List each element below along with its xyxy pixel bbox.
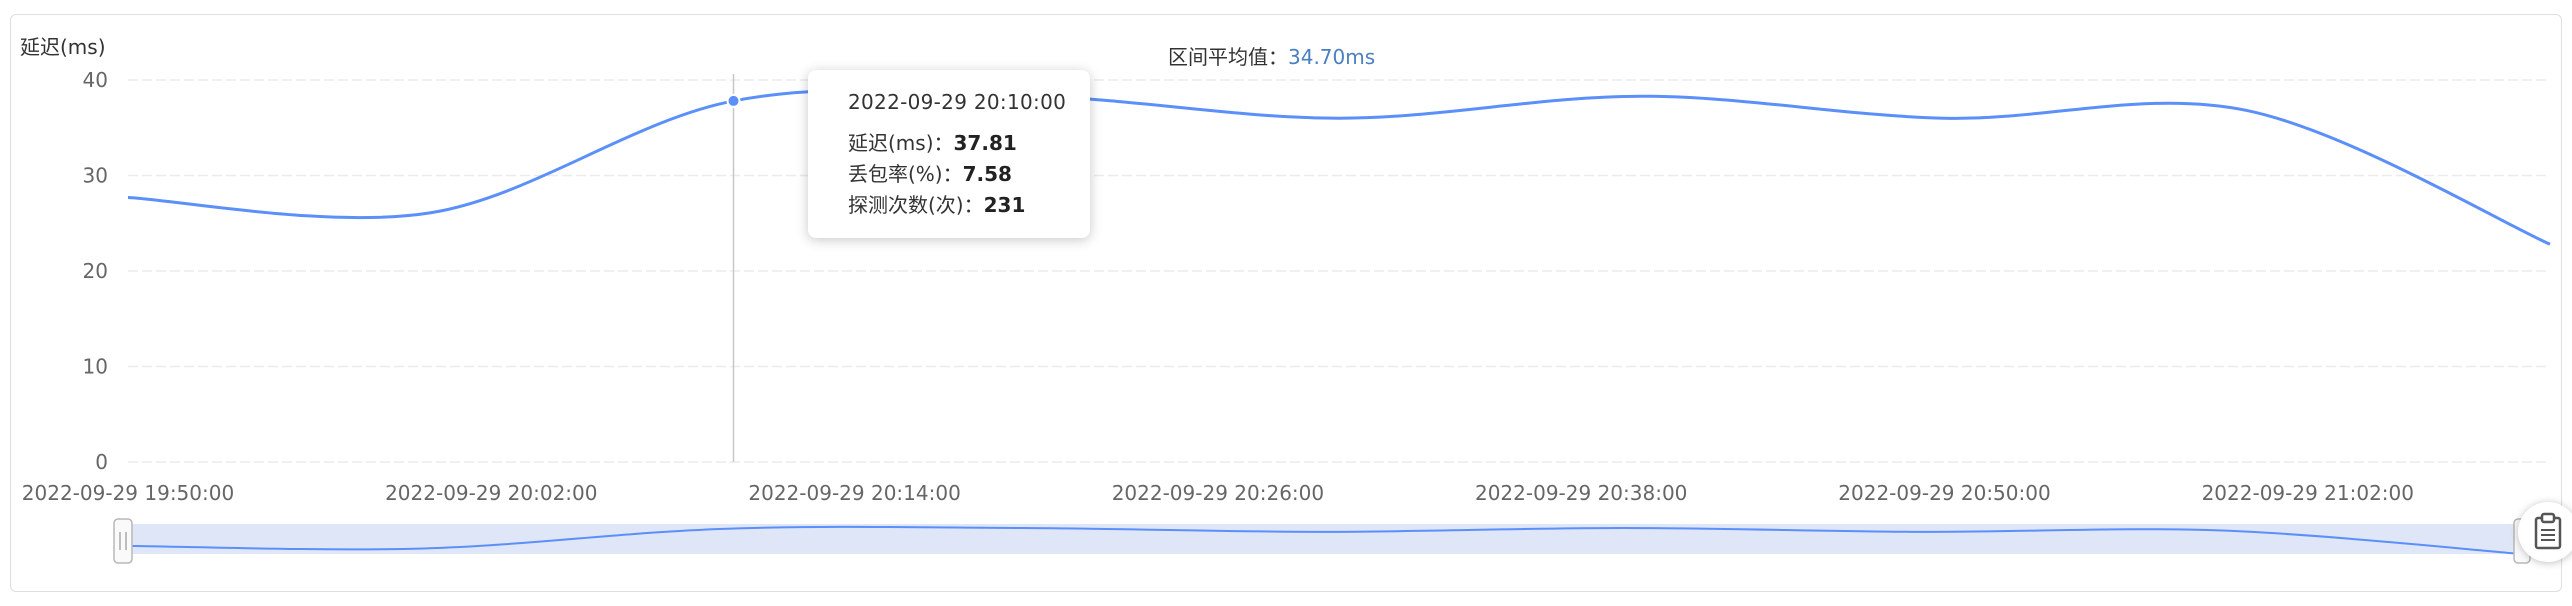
latency-series-line[interactable] bbox=[127, 88, 2551, 246]
data-zoom-slider[interactable] bbox=[113, 518, 2531, 564]
hover-data-point[interactable] bbox=[726, 93, 741, 108]
tooltip-row-latency: 延迟(ms)：37.81 bbox=[848, 131, 1017, 155]
x-tick-label: 2022-09-29 19:50:00 bbox=[22, 481, 234, 505]
x-tick-label: 2022-09-29 20:14:00 bbox=[748, 481, 960, 505]
y-tick-label: 0 bbox=[95, 450, 108, 474]
toolbox-button[interactable] bbox=[2518, 502, 2572, 562]
y-tick-label: 30 bbox=[83, 164, 108, 188]
x-tick-label: 2022-09-29 20:38:00 bbox=[1475, 481, 1687, 505]
clipboard-icon bbox=[2534, 512, 2562, 550]
y-axis-ticks: 0 10 20 30 40 bbox=[83, 68, 108, 474]
data-tooltip: 2022-09-29 20:10:00 延迟(ms)：37.81 丢包率(%)：… bbox=[808, 70, 1090, 238]
average-label: 区间平均值：34.70ms bbox=[1168, 45, 1375, 69]
x-tick-label: 2022-09-29 21:02:00 bbox=[2202, 481, 2414, 505]
y-axis-title: 延迟(ms) bbox=[20, 35, 106, 59]
y-tick-label: 20 bbox=[83, 259, 108, 283]
tooltip-title: 2022-09-29 20:10:00 bbox=[848, 90, 1067, 114]
x-tick-label: 2022-09-29 20:50:00 bbox=[1838, 481, 2050, 505]
x-tick-label: 2022-09-29 20:02:00 bbox=[385, 481, 597, 505]
tooltip-row-probes: 探测次数(次)：231 bbox=[848, 193, 1026, 217]
grid-lines bbox=[128, 79, 2550, 463]
tooltip-row-loss: 丢包率(%)：7.58 bbox=[848, 162, 1012, 186]
average-value: 34.70ms bbox=[1288, 45, 1375, 69]
x-tick-label: 2022-09-29 20:26:00 bbox=[1112, 481, 1324, 505]
zoom-left-handle[interactable] bbox=[113, 518, 133, 564]
y-tick-label: 40 bbox=[83, 68, 108, 92]
x-axis-ticks: 2022-09-29 19:50:00 2022-09-29 20:02:00 20… bbox=[22, 481, 2414, 505]
latency-chart[interactable]: 010203040 2022-09-29 19:50:00 2022-09-29 … bbox=[0, 0, 2572, 606]
y-tick-label: 10 bbox=[83, 355, 108, 379]
